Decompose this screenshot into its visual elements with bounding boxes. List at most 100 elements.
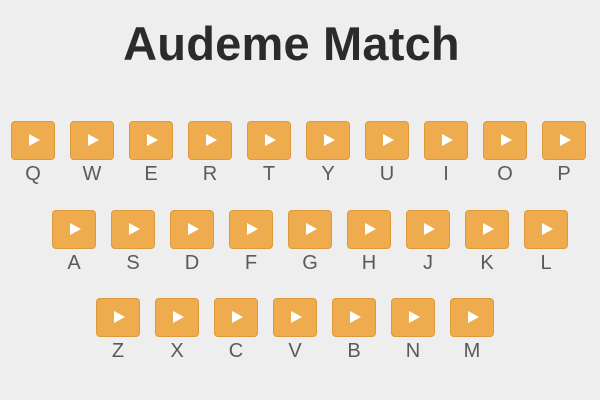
key-label: G [302, 252, 318, 274]
key-label: A [67, 252, 81, 274]
key-r: R [188, 121, 232, 185]
key-label: V [288, 340, 302, 362]
key-label: F [244, 252, 258, 274]
key-o: O [483, 121, 527, 185]
play-button-s[interactable] [111, 210, 155, 249]
key-label: B [347, 340, 361, 362]
play-icon [560, 134, 571, 146]
page-title: Audeme Match [123, 17, 460, 70]
key-z: Z [96, 298, 140, 362]
key-i: I [424, 121, 468, 185]
key-w: W [70, 121, 114, 185]
key-s: S [111, 210, 155, 274]
play-button-r[interactable] [188, 121, 232, 160]
key-label: P [557, 163, 571, 185]
play-icon [173, 311, 184, 323]
keyboard-row-3: ZXCVBNM [0, 298, 600, 368]
key-label: T [262, 163, 276, 185]
play-icon [424, 223, 435, 235]
key-d: D [170, 210, 214, 274]
key-label: N [405, 340, 421, 362]
key-y: Y [306, 121, 350, 185]
play-icon [542, 223, 553, 235]
play-icon [409, 311, 420, 323]
play-button-x[interactable] [155, 298, 199, 337]
key-label: W [82, 163, 102, 185]
play-button-h[interactable] [347, 210, 391, 249]
play-button-k[interactable] [465, 210, 509, 249]
key-label: E [144, 163, 158, 185]
keyboard-row-2: ASDFGHJKL [0, 210, 600, 280]
key-k: K [465, 210, 509, 274]
play-button-q[interactable] [11, 121, 55, 160]
key-p: P [542, 121, 586, 185]
key-t: T [247, 121, 291, 185]
play-icon [247, 223, 258, 235]
play-icon [383, 134, 394, 146]
play-button-b[interactable] [332, 298, 376, 337]
key-g: G [288, 210, 332, 274]
play-icon [232, 311, 243, 323]
play-icon [206, 134, 217, 146]
key-label: U [379, 163, 395, 185]
play-button-v[interactable] [273, 298, 317, 337]
play-button-n[interactable] [391, 298, 435, 337]
key-e: E [129, 121, 173, 185]
play-icon [442, 134, 453, 146]
play-button-i[interactable] [424, 121, 468, 160]
key-a: A [52, 210, 96, 274]
play-icon [147, 134, 158, 146]
play-icon [501, 134, 512, 146]
key-label: Z [111, 340, 125, 362]
key-m: M [450, 298, 494, 362]
play-icon [88, 134, 99, 146]
key-label: L [540, 252, 552, 274]
play-button-c[interactable] [214, 298, 258, 337]
play-button-t[interactable] [247, 121, 291, 160]
key-l: L [524, 210, 568, 274]
key-q: Q [11, 121, 55, 185]
play-button-j[interactable] [406, 210, 450, 249]
play-icon [306, 223, 317, 235]
play-button-p[interactable] [542, 121, 586, 160]
play-button-y[interactable] [306, 121, 350, 160]
key-c: C [214, 298, 258, 362]
play-icon [265, 134, 276, 146]
key-label: R [202, 163, 218, 185]
play-icon [114, 311, 125, 323]
play-button-w[interactable] [70, 121, 114, 160]
play-button-m[interactable] [450, 298, 494, 337]
play-button-u[interactable] [365, 121, 409, 160]
play-button-e[interactable] [129, 121, 173, 160]
key-v: V [273, 298, 317, 362]
key-label: S [126, 252, 140, 274]
key-label: J [423, 252, 433, 274]
key-label: M [463, 340, 481, 362]
play-icon [29, 134, 40, 146]
play-icon [188, 223, 199, 235]
play-button-f[interactable] [229, 210, 273, 249]
play-icon [70, 223, 81, 235]
play-button-o[interactable] [483, 121, 527, 160]
key-label: I [443, 163, 449, 185]
key-b: B [332, 298, 376, 362]
key-n: N [391, 298, 435, 362]
play-button-g[interactable] [288, 210, 332, 249]
key-f: F [229, 210, 273, 274]
key-label: H [361, 252, 377, 274]
play-button-a[interactable] [52, 210, 96, 249]
key-label: O [497, 163, 513, 185]
key-j: J [406, 210, 450, 274]
key-u: U [365, 121, 409, 185]
play-button-l[interactable] [524, 210, 568, 249]
keyboard-row-1: QWERTYUIOP [0, 121, 600, 191]
key-label: C [228, 340, 244, 362]
key-label: K [480, 252, 494, 274]
play-icon [324, 134, 335, 146]
play-icon [129, 223, 140, 235]
play-button-d[interactable] [170, 210, 214, 249]
key-label: X [170, 340, 184, 362]
play-button-z[interactable] [96, 298, 140, 337]
key-x: X [155, 298, 199, 362]
play-icon [291, 311, 302, 323]
